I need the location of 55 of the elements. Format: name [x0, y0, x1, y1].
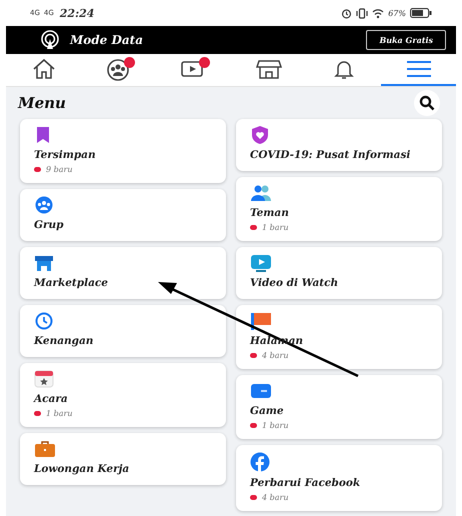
clock-time: 22:24	[60, 6, 94, 20]
menu-item-title: Tersimpan	[34, 149, 96, 162]
menu-item-title: COVID-19: Pusat Informasi	[250, 149, 410, 162]
menu-card[interactable]: Lowongan Kerja	[20, 433, 226, 485]
menu-item-title: Teman	[250, 207, 289, 220]
clock-icon	[34, 312, 54, 330]
gamepad-icon	[250, 382, 272, 400]
menu-item-title: Grup	[34, 219, 64, 232]
facebook-logo-icon	[250, 452, 270, 472]
menu-card[interactable]: Perbarui Facebook 4 baru	[236, 445, 442, 511]
menu-item-title: Perbarui Facebook	[250, 477, 360, 490]
data-mode-label: Mode Data	[70, 33, 143, 47]
menu-card[interactable]: Teman 1 baru	[236, 177, 442, 241]
groups-icon	[34, 196, 54, 214]
free-open-button[interactable]: Buka Gratis	[366, 30, 446, 50]
menu-title: Menu	[18, 94, 66, 112]
new-count: 9 baru	[46, 165, 72, 174]
search-button[interactable]	[414, 90, 440, 116]
menu-item-title: Lowongan Kerja	[34, 463, 130, 476]
home-icon	[32, 58, 56, 80]
menu-item-title: Game	[250, 405, 284, 418]
wifi-icon	[372, 8, 384, 18]
menu-card[interactable]: COVID-19: Pusat Informasi	[236, 119, 442, 171]
menu-card[interactable]: Grup	[20, 189, 226, 241]
menu-icon	[406, 60, 432, 78]
menu-item-title: Acara	[34, 393, 68, 406]
calendar-icon	[34, 370, 54, 388]
menu-card[interactable]: Game 1 baru	[236, 375, 442, 439]
new-count: 4 baru	[262, 493, 288, 502]
video-icon	[250, 254, 272, 272]
broadcast-icon	[40, 30, 60, 50]
menu-card[interactable]: Video di Watch	[236, 247, 442, 299]
new-count: 4 baru	[262, 351, 288, 360]
new-count: 1 baru	[262, 421, 288, 430]
shop-icon	[256, 58, 282, 80]
menu-card[interactable]: Acara 1 baru	[20, 363, 226, 427]
menu-card[interactable]: Kenangan	[20, 305, 226, 357]
new-count: 1 baru	[46, 409, 72, 418]
briefcase-icon	[34, 440, 56, 458]
bookmark-icon	[34, 126, 52, 144]
shield-heart-icon	[250, 126, 270, 144]
menu-card[interactable]: Tersimpan 9 baru	[20, 119, 226, 183]
battery-icon	[410, 8, 432, 18]
flag-icon	[250, 312, 272, 330]
battery-percent: 67%	[388, 8, 406, 18]
new-count: 1 baru	[262, 223, 288, 232]
menu-item-title: Video di Watch	[250, 277, 338, 290]
vibrate-icon	[356, 8, 368, 18]
alarm-icon	[341, 8, 352, 18]
friends-icon	[250, 184, 274, 202]
search-icon	[419, 95, 435, 111]
menu-item-title: Marketplace	[34, 277, 108, 290]
menu-item-title: Kenangan	[34, 335, 94, 348]
shop-icon	[34, 254, 54, 272]
menu-card[interactable]: Marketplace	[20, 247, 226, 299]
